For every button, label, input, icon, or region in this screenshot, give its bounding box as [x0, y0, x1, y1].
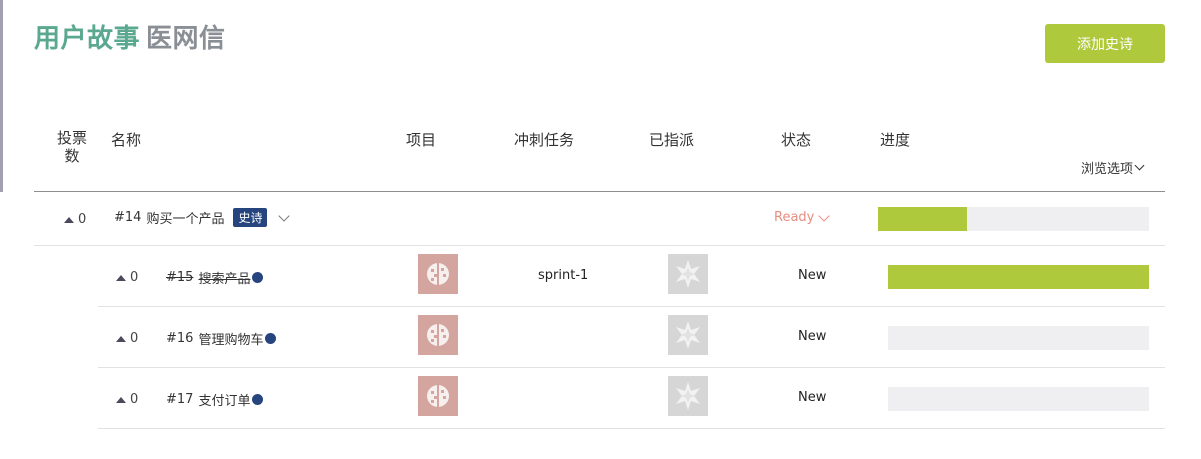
epic-vote-button[interactable]: 0 — [64, 212, 86, 227]
epic-status-dropdown[interactable]: Ready — [774, 209, 831, 225]
project-avatar-icon — [418, 254, 458, 294]
header-divider — [34, 191, 1165, 192]
story-progress-bar — [888, 265, 1149, 289]
col-header-votes[interactable]: 投票数 — [54, 129, 90, 165]
page-title-main: 用户故事 — [34, 24, 141, 54]
epic-ref[interactable]: #14 — [114, 210, 141, 225]
story-vote-count: 0 — [130, 270, 139, 285]
col-header-assigned[interactable]: 已指派 — [649, 129, 694, 150]
epic-status-label: Ready — [774, 210, 815, 225]
story-epic-color-dot — [252, 272, 264, 283]
story-name[interactable]: #17 支付订单 — [166, 390, 264, 409]
story-progress-bar — [888, 326, 1149, 350]
row-divider — [98, 306, 1165, 307]
epic-progress-fill — [878, 207, 968, 231]
story-vote-button[interactable]: 0 — [116, 270, 138, 285]
col-header-status[interactable]: 状态 — [781, 129, 811, 150]
story-status[interactable]: New — [798, 329, 826, 344]
story-vote-button[interactable]: 0 — [116, 392, 138, 407]
expand-chevron-icon[interactable] — [278, 209, 291, 222]
story-status[interactable]: New — [798, 268, 826, 283]
epic-title[interactable]: 购买一个产品 — [146, 208, 224, 227]
page-title-project: 医网信 — [146, 24, 226, 54]
story-vote-button[interactable]: 0 — [116, 331, 138, 346]
story-sprint[interactable]: sprint-1 — [538, 268, 588, 283]
row-divider — [98, 367, 1165, 368]
row-divider — [34, 245, 1165, 246]
story-progress-fill — [888, 265, 1149, 289]
story-epic-color-dot — [265, 333, 277, 344]
story-name[interactable]: #16 管理购物车 — [166, 329, 277, 348]
left-edge — [0, 0, 3, 459]
story-progress-bar — [888, 387, 1149, 411]
story-ref[interactable]: #16 — [166, 331, 193, 346]
story-status[interactable]: New — [798, 390, 826, 405]
story-ref[interactable]: #17 — [166, 392, 193, 407]
upvote-icon — [116, 335, 126, 342]
upvote-icon — [116, 396, 126, 403]
story-epic-color-dot — [252, 394, 264, 405]
col-header-project[interactable]: 项目 — [406, 129, 436, 150]
browse-options-dropdown[interactable]: 浏览选项 — [1081, 158, 1145, 177]
default-avatar-icon[interactable] — [668, 376, 708, 416]
chevron-down-icon — [1134, 160, 1145, 171]
epic-progress-bar — [878, 207, 1149, 231]
story-ref[interactable]: #15 — [166, 270, 193, 285]
col-header-progress[interactable]: 进度 — [880, 129, 910, 150]
story-vote-count: 0 — [130, 331, 139, 346]
col-header-sprint[interactable]: 冲刺任务 — [514, 129, 574, 150]
story-title[interactable]: 管理购物车 — [198, 329, 263, 348]
browse-options-label: 浏览选项 — [1081, 162, 1134, 177]
upvote-icon — [116, 274, 126, 281]
story-name[interactable]: #15 搜索产品 — [166, 268, 264, 287]
epic-badge: 史诗 — [233, 208, 268, 227]
add-epic-button[interactable]: 添加史诗 — [1045, 24, 1165, 63]
row-divider — [98, 428, 1165, 429]
project-avatar-icon — [418, 376, 458, 416]
story-title[interactable]: 支付订单 — [198, 390, 250, 409]
col-header-name[interactable]: 名称 — [111, 129, 141, 150]
default-avatar-icon[interactable] — [668, 254, 708, 294]
epic-name[interactable]: #14 购买一个产品 史诗 — [114, 208, 291, 227]
epic-vote-count: 0 — [78, 212, 87, 227]
project-avatar-icon — [418, 315, 458, 355]
chevron-down-icon — [818, 209, 831, 222]
upvote-icon — [64, 216, 74, 223]
story-title[interactable]: 搜索产品 — [198, 268, 250, 287]
default-avatar-icon[interactable] — [668, 315, 708, 355]
page-title: 用户故事 医网信 — [34, 18, 226, 55]
story-vote-count: 0 — [130, 392, 139, 407]
